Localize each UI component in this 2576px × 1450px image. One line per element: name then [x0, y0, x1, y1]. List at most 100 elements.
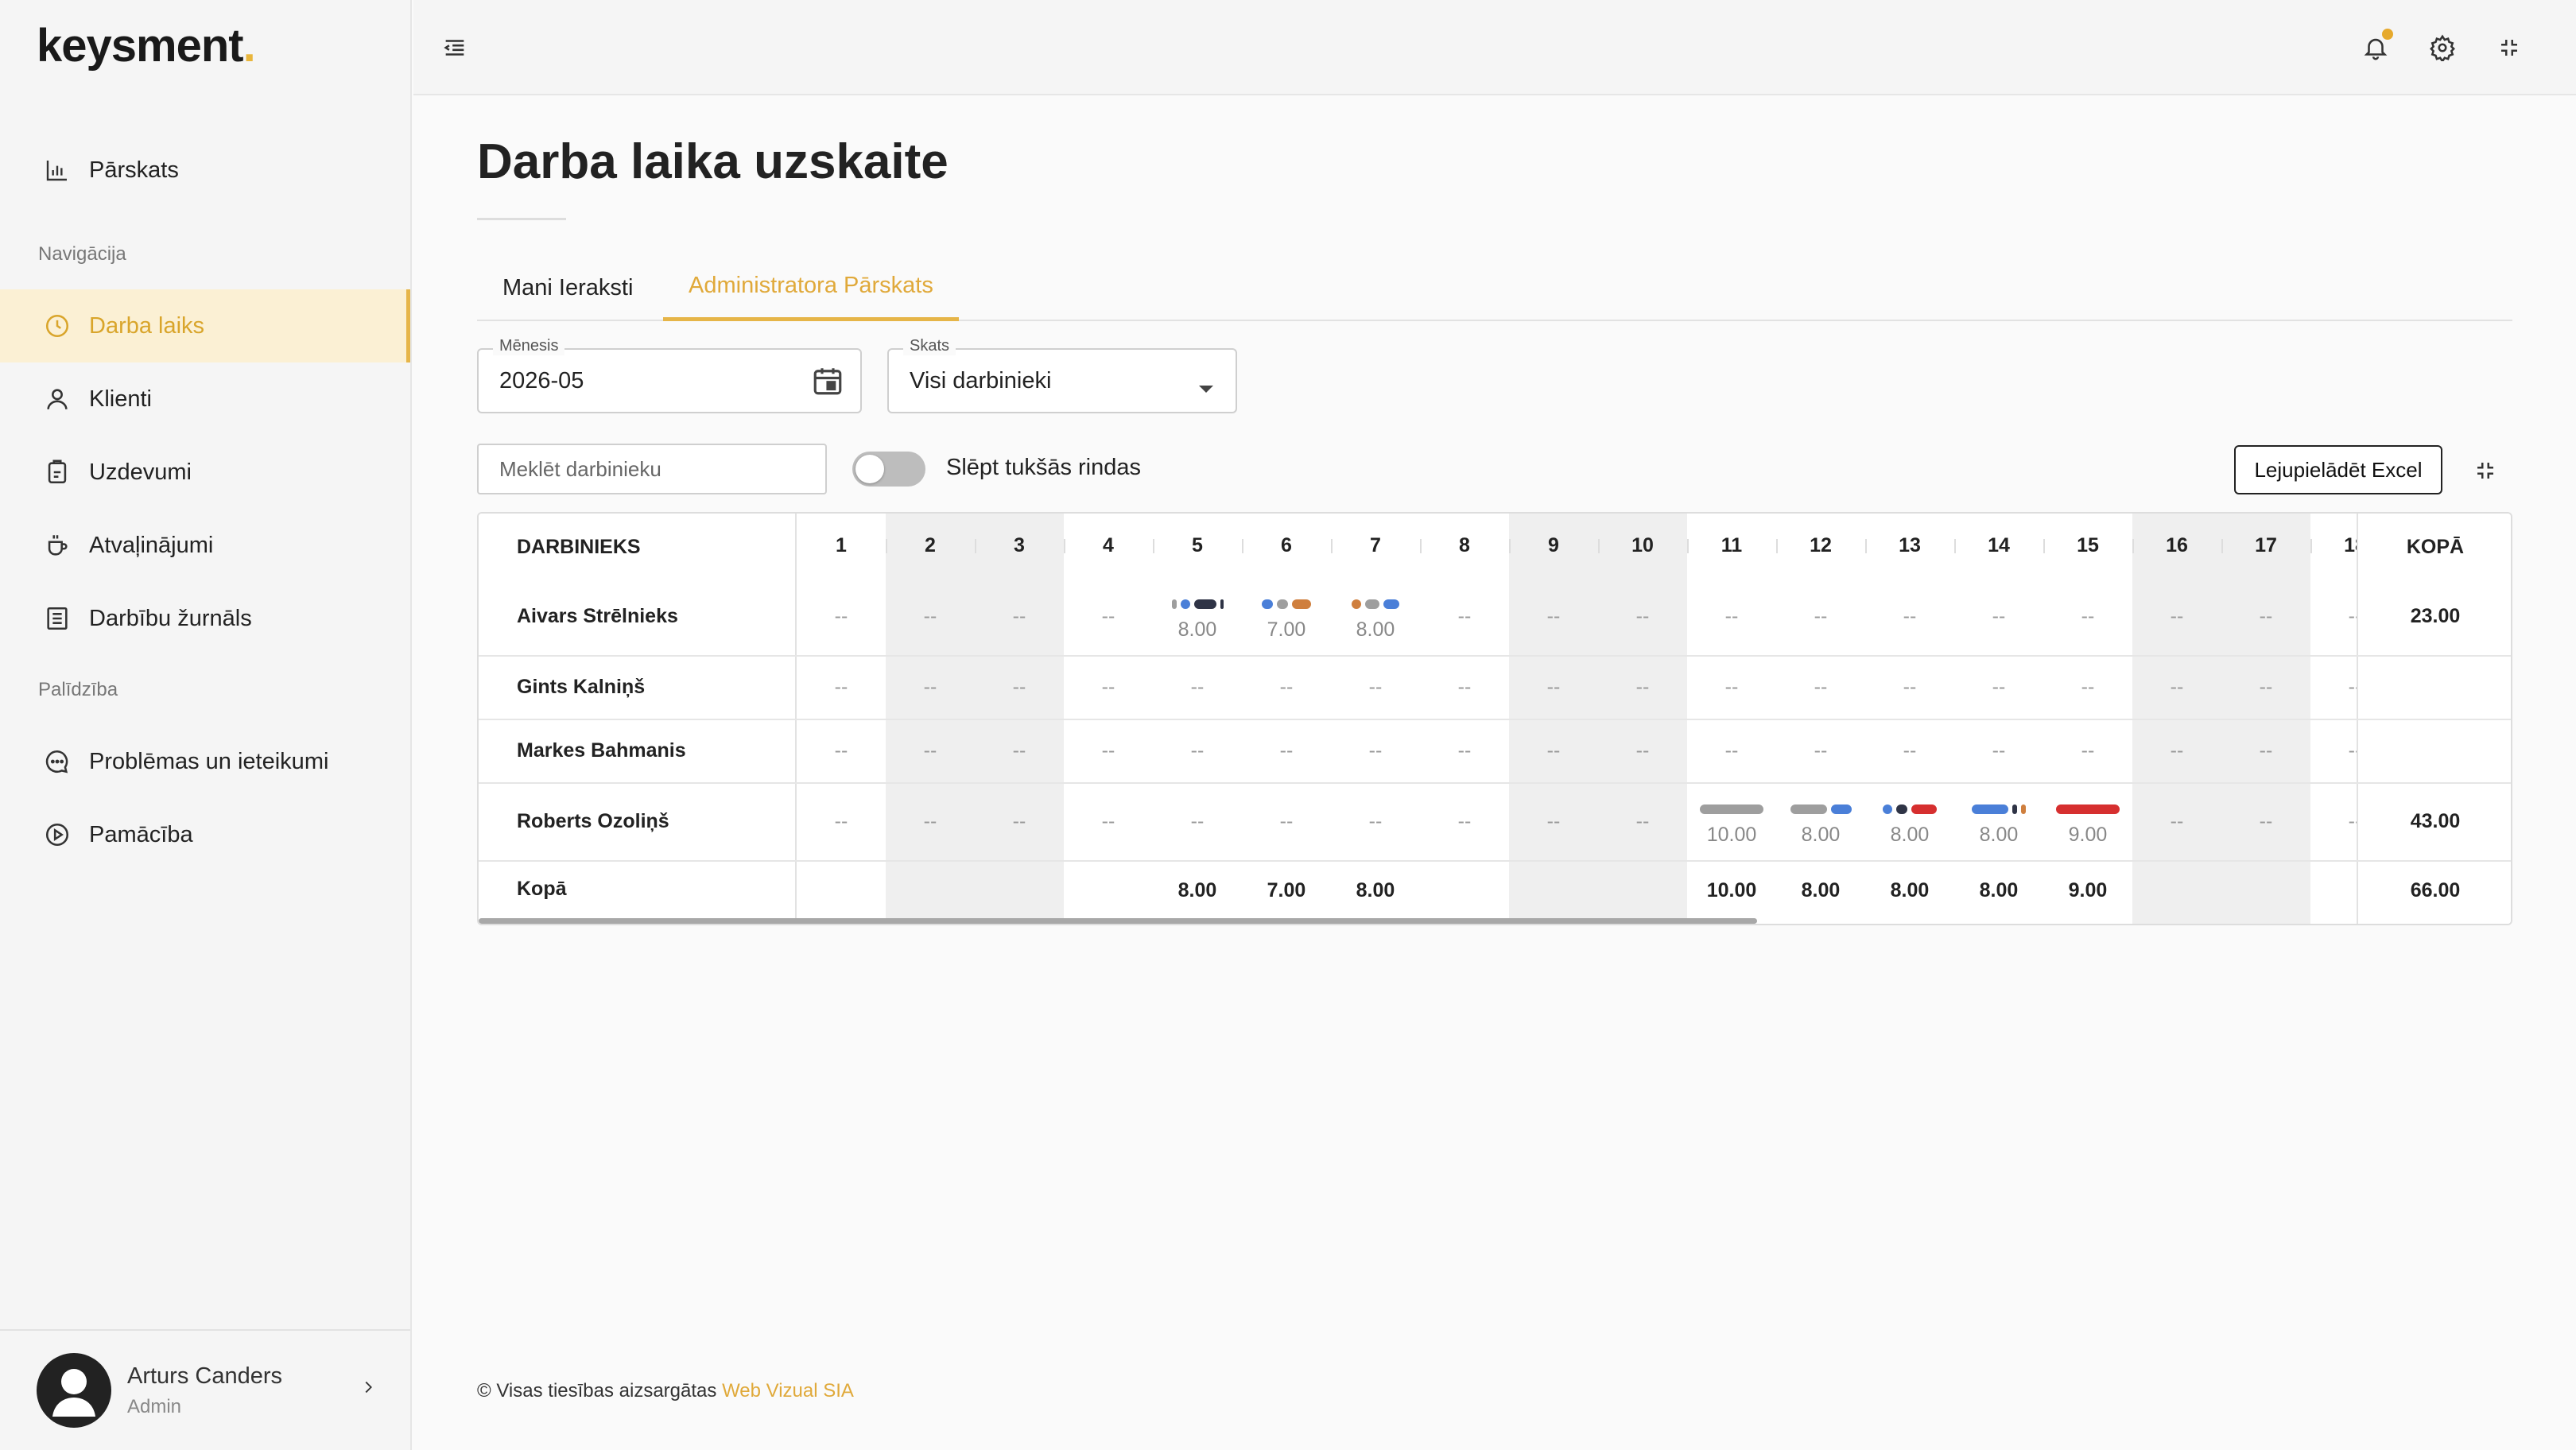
employee-total: 23.00 — [2410, 605, 2461, 627]
nav-section-title: Palīdzība — [38, 679, 118, 700]
menu-collapse-icon[interactable] — [437, 30, 472, 65]
sidebar-item-work-time[interactable]: Darba laiks — [0, 289, 410, 362]
total-header: KOPĀ — [2406, 536, 2465, 558]
empty-cell: -- — [2259, 676, 2273, 698]
header-separator — [1598, 539, 1600, 553]
employee-search-input[interactable] — [477, 444, 827, 494]
sidebar-item-activity-log[interactable]: Darbību žurnāls — [0, 582, 410, 655]
calendar-icon[interactable] — [811, 364, 844, 404]
brand-logo[interactable]: keysment. — [37, 19, 256, 72]
toggle-knob — [855, 455, 884, 483]
hide-empty-toggle[interactable] — [852, 452, 925, 487]
header-separator — [2310, 539, 2312, 553]
empty-cell: -- — [1814, 605, 1828, 627]
empty-cell: -- — [2170, 605, 2184, 627]
footer-day-total: 8.00 — [1890, 879, 1930, 901]
time-entry-segment — [1193, 599, 1216, 609]
empty-cell: -- — [1724, 676, 1739, 698]
time-entry-bars[interactable] — [1776, 803, 1865, 816]
sidebar-item-tasks[interactable]: Uzdevumi — [0, 436, 410, 509]
time-entry-bars[interactable] — [1865, 803, 1954, 816]
empty-cell: -- — [1546, 676, 1561, 698]
horizontal-scrollbar[interactable] — [479, 918, 1757, 924]
time-entry-bars[interactable] — [1153, 598, 1242, 611]
day-header: 9 — [1548, 533, 1559, 556]
day-header: 17 — [2255, 533, 2277, 556]
empty-cell: -- — [1457, 676, 1472, 698]
header-separator — [1153, 539, 1154, 553]
day-header: 13 — [1899, 533, 1921, 556]
bar-chart-icon — [41, 154, 73, 186]
empty-cell: -- — [834, 810, 848, 832]
day-hours: 8.00 — [1979, 824, 2019, 846]
chat-icon — [41, 746, 73, 777]
gear-icon[interactable] — [2425, 30, 2460, 65]
time-entry-segment — [1262, 599, 1273, 609]
sidebar-item-feedback[interactable]: Problēmas un ieteikumi — [0, 725, 410, 798]
footer: © Visas tiesības aizsargātas Web Vizual … — [477, 1380, 854, 1402]
time-entry-bars[interactable] — [1954, 803, 2043, 816]
user-icon — [41, 383, 73, 415]
bell-icon[interactable] — [2358, 29, 2393, 65]
sidebar-item-overview[interactable]: Pārskats — [0, 134, 410, 207]
expand-icon[interactable] — [2468, 453, 2503, 488]
sidebar-item-label: Pamācība — [89, 821, 193, 847]
timesheet-table: 1 -- -- -- -- 2 -- -- -- -- 3 -- -- -- -- 4 -- -- -- -- 5 8.0… — [477, 512, 2512, 925]
caret-down-icon — [1197, 375, 1215, 401]
time-entry-bars[interactable] — [2043, 803, 2132, 816]
time-entry-segment — [1790, 804, 1827, 814]
sidebar-item-label: Atvaļinājumi — [89, 532, 214, 558]
sidebar-item-label: Uzdevumi — [89, 459, 192, 485]
empty-cell: -- — [1012, 605, 1026, 627]
day-hours: 8.00 — [1801, 824, 1841, 846]
download-excel-button[interactable]: Lejupielādēt Excel — [2234, 445, 2442, 494]
empty-cell: -- — [1457, 739, 1472, 762]
empty-cell: -- — [923, 810, 937, 832]
empty-cell: -- — [1279, 739, 1294, 762]
time-entry-bars[interactable] — [1331, 598, 1420, 611]
user-profile[interactable]: Arturs Canders Admin — [0, 1329, 410, 1450]
sidebar-item-tutorial[interactable]: Pamācība — [0, 798, 410, 871]
sidebar-item-vacations[interactable]: Atvaļinājumi — [0, 509, 410, 582]
header-separator — [2221, 539, 2223, 553]
empty-cell: -- — [1368, 810, 1383, 832]
day-header: 1 — [836, 533, 847, 556]
view-select[interactable]: Skats Visi darbinieki — [887, 337, 1237, 413]
employee-name: Gints Kalniņš — [517, 676, 646, 698]
employee-name: Markes Bahmanis — [517, 739, 686, 762]
empty-cell: -- — [2348, 739, 2360, 762]
time-entry-bars[interactable] — [1242, 598, 1331, 611]
empty-cell: -- — [834, 605, 848, 627]
row-divider — [479, 860, 2511, 862]
day-hours: 9.00 — [2068, 824, 2108, 846]
time-entry-segment — [1220, 599, 1224, 609]
sidebar-item-clients[interactable]: Klienti — [0, 362, 410, 436]
user-name: Arturs Canders — [127, 1363, 283, 1389]
empty-cell: -- — [1992, 676, 2006, 698]
empty-cell: -- — [1368, 739, 1383, 762]
empty-cell: -- — [923, 676, 937, 698]
footer-link[interactable]: Web Vizual SIA — [722, 1380, 854, 1402]
empty-cell: -- — [1724, 739, 1739, 762]
time-entry-bars[interactable] — [1687, 803, 1776, 816]
clipboard-icon — [41, 456, 73, 488]
empty-cell: -- — [1992, 739, 2006, 762]
tab-admin-overview[interactable]: Administratora Pārskats — [663, 254, 959, 321]
clock-icon — [41, 310, 73, 342]
tab-my-entries[interactable]: Mani Ieraksti — [502, 254, 633, 321]
avatar — [37, 1353, 111, 1428]
day-header: 15 — [2077, 533, 2099, 556]
empty-cell: -- — [2170, 676, 2184, 698]
empty-cell: -- — [1101, 676, 1115, 698]
view-label: Skats — [903, 337, 956, 355]
empty-cell: -- — [1724, 605, 1739, 627]
empty-cell: -- — [923, 739, 937, 762]
time-entry-segment — [1180, 599, 1190, 609]
fullscreen-exit-icon[interactable] — [2492, 30, 2527, 65]
chevron-right-icon — [359, 1378, 377, 1400]
footer-copyright: © Visas tiesības aizsargātas — [477, 1380, 717, 1402]
empty-cell: -- — [1457, 810, 1472, 832]
month-field[interactable]: Mēnesis 2026-05 — [477, 337, 862, 413]
footer-label: Kopā — [517, 878, 567, 900]
empty-cell: -- — [1635, 739, 1650, 762]
